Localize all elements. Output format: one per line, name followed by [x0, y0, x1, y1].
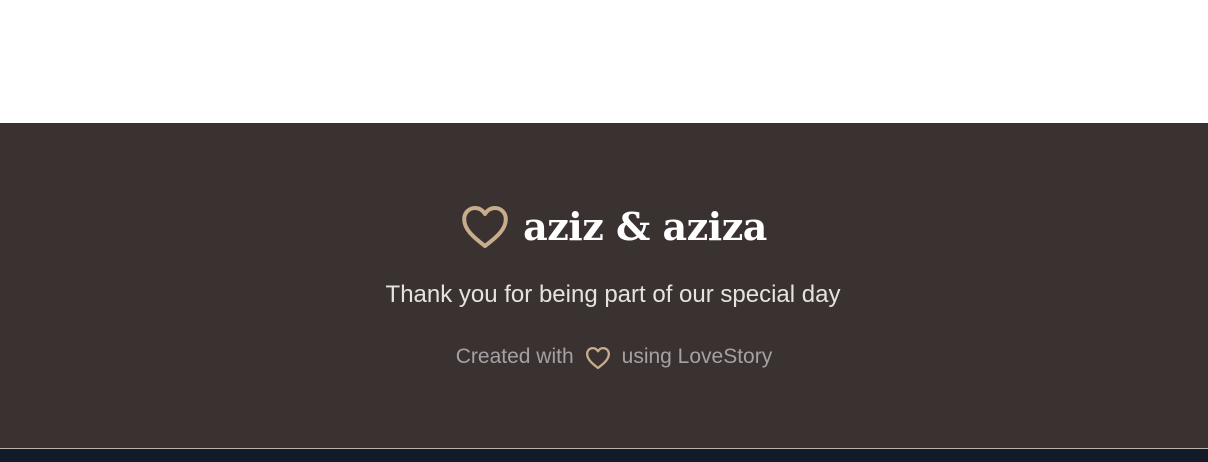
bottom-bar	[0, 449, 1208, 462]
heart-icon	[461, 204, 509, 250]
heart-icon	[585, 346, 611, 370]
couple-names: aziz & aziza	[523, 204, 767, 249]
footer-credit: Created with using LoveStory	[0, 342, 1208, 372]
content-area-blank	[0, 0, 1208, 123]
footer-brand: aziz & aziza	[0, 202, 1208, 252]
credit-suffix: using LoveStory	[621, 345, 773, 368]
page: aziz & aziza Thank you for being part of…	[0, 0, 1208, 462]
thanks-message: Thank you for being part of our special …	[385, 281, 841, 308]
footer: aziz & aziza Thank you for being part of…	[0, 123, 1208, 448]
credit-prefix: Created with	[455, 345, 574, 368]
